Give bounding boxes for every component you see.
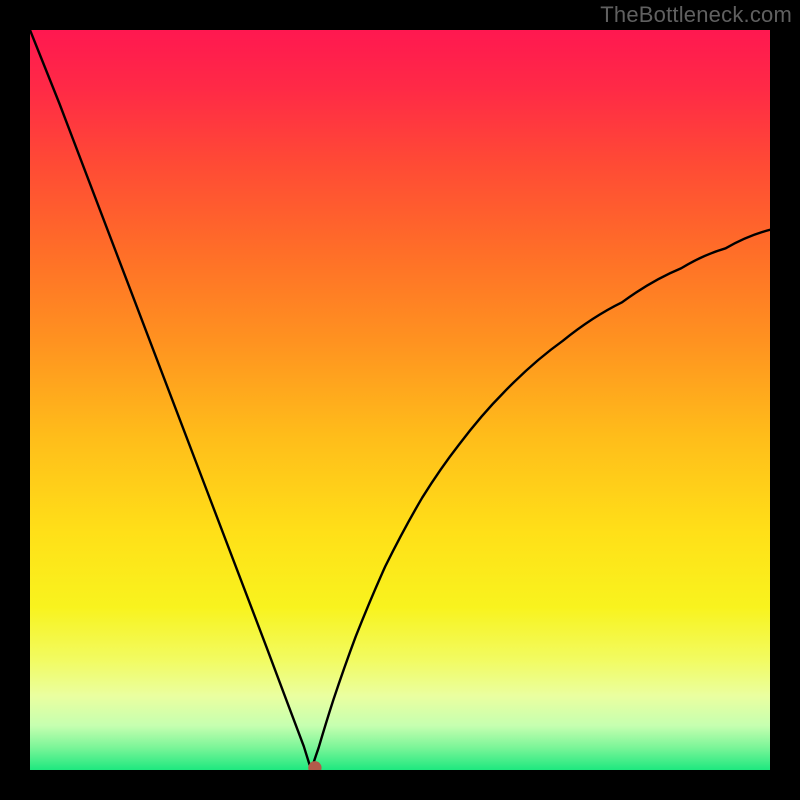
watermark-text: TheBottleneck.com	[600, 2, 792, 28]
chart-outer: TheBottleneck.com	[0, 0, 800, 800]
bottleneck-curve	[30, 30, 770, 770]
minimum-marker-icon	[308, 761, 321, 770]
plot-area	[30, 30, 770, 770]
